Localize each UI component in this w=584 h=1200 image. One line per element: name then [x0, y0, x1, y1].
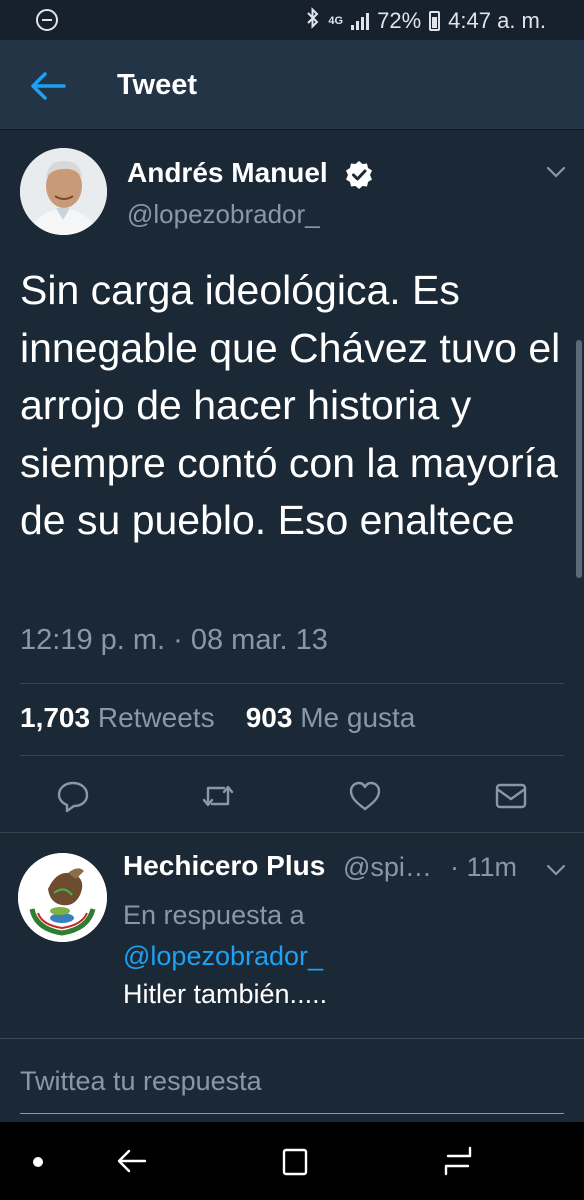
like-label[interactable]: Me gusta	[300, 702, 415, 733]
divider	[20, 683, 564, 684]
scrollbar[interactable]	[576, 340, 582, 578]
reply-time: · 11m	[450, 852, 518, 882]
reply-icon	[57, 781, 89, 813]
reply-text: Hitler también.....	[123, 979, 328, 1009]
nav-recents-button[interactable]	[442, 1144, 474, 1178]
reply-context: En respuesta a @lopezobrador_	[123, 895, 363, 977]
page-title: Tweet	[117, 69, 198, 101]
chevron-down-icon[interactable]	[545, 162, 567, 182]
battery-icon	[429, 11, 441, 31]
reply-author-handle[interactable]: @spi…	[343, 852, 432, 883]
reply-mention-link[interactable]: @lopezobrador_	[123, 941, 323, 971]
tweet-timestamp: 12:19 p. m. · 08 mar. 13	[20, 624, 328, 656]
status-indicators: 4G 72% 4:47 a. m.	[306, 7, 546, 35]
back-button[interactable]	[28, 68, 68, 104]
arrow-left-icon	[31, 72, 66, 100]
author-avatar[interactable]	[20, 148, 107, 235]
reply-context-prefix: En respuesta a	[123, 900, 305, 930]
divider	[0, 832, 584, 833]
heart-icon	[349, 781, 381, 811]
network-type: 4G	[328, 15, 344, 27]
tweet-stats: 1,703 Retweets 903 Me gusta	[20, 702, 415, 734]
reply-avatar[interactable]	[18, 853, 107, 942]
direct-message-button[interactable]	[493, 778, 529, 814]
nav-home-button[interactable]	[282, 1148, 308, 1176]
retweet-icon	[202, 785, 234, 807]
retweet-count[interactable]: 1,703	[20, 702, 90, 733]
like-button[interactable]	[347, 778, 383, 814]
input-underline	[20, 1113, 564, 1114]
like-count[interactable]: 903	[246, 702, 293, 733]
nav-dot-icon[interactable]	[33, 1157, 43, 1167]
battery-percent: 72%	[377, 8, 422, 33]
author-name[interactable]: Andrés Manuel	[127, 157, 328, 189]
author-handle[interactable]: @lopezobrador_	[127, 199, 320, 230]
divider	[20, 755, 564, 756]
bluetooth-icon	[306, 7, 320, 35]
reply-author-name[interactable]: Hechicero Plus	[123, 850, 325, 882]
chevron-down-icon[interactable]	[545, 860, 567, 880]
mail-icon	[495, 783, 527, 809]
do-not-disturb-icon	[36, 9, 58, 31]
square-icon	[282, 1148, 308, 1176]
back-arrow-icon	[117, 1149, 147, 1173]
nav-back-button[interactable]	[115, 1145, 149, 1177]
app-header: Tweet	[0, 40, 584, 130]
tweet-text: Sin carga ideológica. Es innegable que C…	[20, 267, 561, 543]
reply-button[interactable]	[55, 778, 91, 814]
verified-badge-icon	[346, 161, 372, 189]
status-bar: 4G 72% 4:47 a. m.	[0, 0, 584, 40]
system-nav-bar	[0, 1122, 584, 1200]
clock: 4:47 a. m.	[448, 8, 546, 33]
recent-apps-icon	[444, 1146, 472, 1176]
reply-input[interactable]	[20, 1061, 564, 1101]
retweet-label[interactable]: Retweets	[98, 702, 215, 733]
retweet-button[interactable]	[200, 778, 236, 814]
reply-composer	[0, 1038, 584, 1122]
signal-icon	[351, 12, 370, 30]
